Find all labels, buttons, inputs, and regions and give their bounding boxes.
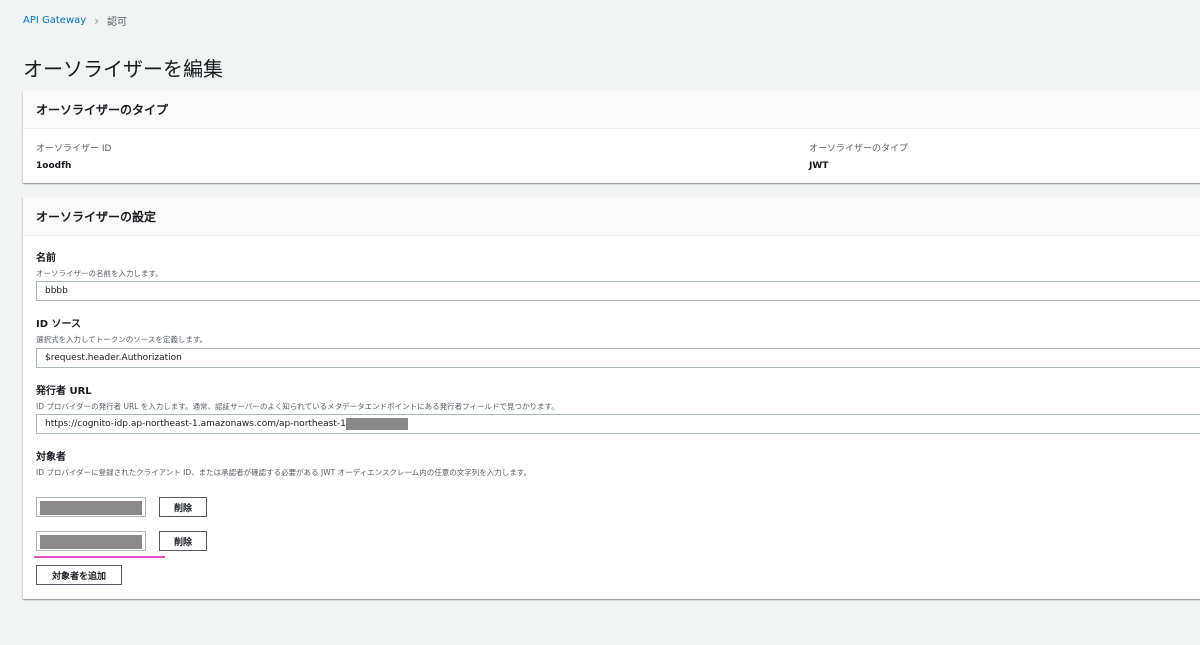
name-input-value: bbbb (45, 286, 68, 296)
name-description: オーソライザーの名前を入力します。 (36, 269, 163, 278)
chevron-right-icon: › (94, 13, 99, 28)
identity-source-field-group: ID ソース 選択式を入力してトークンのソースを定義します。 (36, 315, 207, 345)
remove-audience-button-1[interactable]: 削除 (159, 497, 207, 517)
authorizer-settings-panel-header: オーソライザーの設定 (23, 197, 1200, 236)
issuer-url-description: ID プロバイダーの発行者 URL を入力します。通常、認証サーバーのよく知られ… (36, 402, 559, 411)
identity-source-description: 選択式を入力してトークンのソースを定義します。 (36, 335, 208, 344)
issuer-url-field-group: 発行者 URL ID プロバイダーの発行者 URL を入力します。通常、認証サー… (36, 382, 559, 412)
page-title: オーソライザーを編集 (23, 57, 223, 81)
authorizer-type-label: オーソライザーのタイプ (809, 144, 909, 154)
issuer-url-label: 発行者 URL (36, 386, 92, 397)
audience-label: 対象者 (36, 452, 66, 463)
authorizer-type-group: オーソライザーのタイプ JWT (809, 141, 908, 171)
authorizer-type-panel: オーソライザーのタイプ オーソライザー ID 1oodfh オーソライザーのタイ… (23, 91, 1200, 183)
remove-audience-button-2[interactable]: 削除 (159, 531, 207, 551)
breadcrumb-api-gateway-link[interactable]: API Gateway (23, 15, 86, 26)
breadcrumb-current: 認可 (107, 17, 127, 28)
breadcrumb: API Gateway › 認可 (23, 13, 127, 29)
authorizer-id-value: 1oodfh (36, 161, 72, 171)
authorizer-id-group: オーソライザー ID 1oodfh (36, 141, 111, 171)
redacted-region (40, 535, 142, 549)
audience-input-2[interactable] (36, 531, 146, 551)
authorizer-id-label: オーソライザー ID (36, 144, 112, 154)
identity-source-input-value: $request.header.Authorization (45, 353, 182, 363)
add-audience-button[interactable]: 対象者を追加 (36, 565, 122, 585)
authorizer-type-panel-header: オーソライザーのタイプ (23, 91, 1200, 129)
identity-source-input[interactable]: $request.header.Authorization (36, 348, 1200, 368)
audience-description: ID プロバイダーに登録されたクライアント ID、または承認者が確認する必要があ… (36, 468, 531, 477)
name-label: 名前 (36, 253, 56, 264)
audience-input-1[interactable] (36, 497, 146, 517)
redacted-region (40, 501, 142, 515)
authorizer-type-value: JWT (809, 161, 829, 171)
redacted-region (345, 418, 408, 430)
issuer-url-input[interactable]: https://cognito-idp.ap-northeast-1.amazo… (36, 414, 1200, 434)
highlight-underline (34, 556, 165, 558)
audience-field-group: 対象者 ID プロバイダーに登録されたクライアント ID、または承認者が確認する… (36, 448, 531, 478)
issuer-url-input-value: https://cognito-idp.ap-northeast-1.amazo… (45, 419, 346, 429)
authorizer-settings-panel: オーソライザーの設定 名前 オーソライザーの名前を入力します。 bbbb ID … (23, 197, 1200, 599)
name-input[interactable]: bbbb (36, 281, 1200, 301)
name-field-group: 名前 オーソライザーの名前を入力します。 (36, 249, 163, 279)
identity-source-label: ID ソース (36, 319, 82, 330)
